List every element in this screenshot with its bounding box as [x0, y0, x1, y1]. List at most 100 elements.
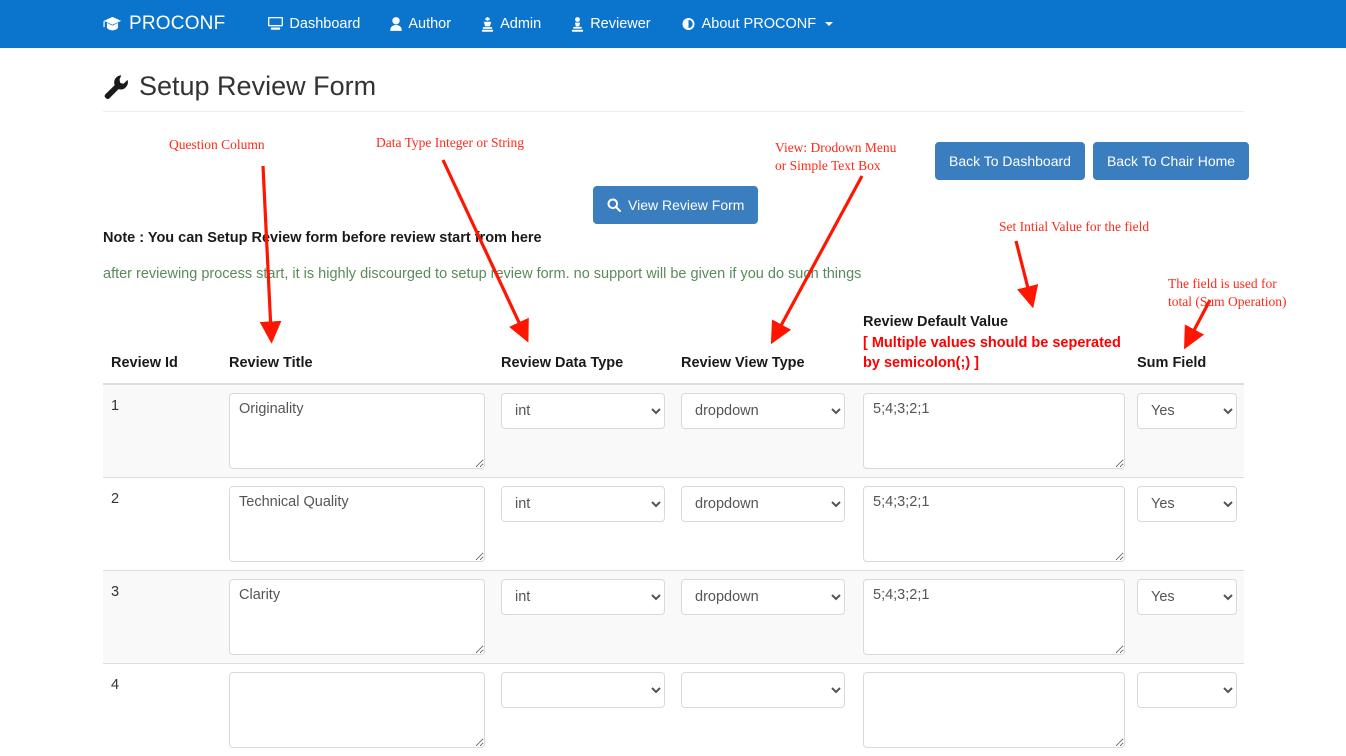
graduation-cap-icon	[103, 16, 122, 32]
th-review-view-type: Review View Type	[673, 304, 855, 385]
th-review-default-value: Review Default Value [ Multiple values s…	[855, 304, 1129, 385]
header-actions: Back To Dashboard Back To Chair Home	[935, 142, 1250, 181]
th-default-value-label: Review Default Value	[863, 314, 1009, 330]
review-title-input[interactable]	[229, 485, 485, 562]
review-form-table: Review Id Review Title Review Data Type …	[103, 304, 1244, 756]
review-view-type-select[interactable]: dropdowntextbox	[681, 392, 845, 429]
table-row: 1 intstring dropdowntextbox YesNo	[103, 383, 1244, 478]
note-green: after reviewing process start, it is hig…	[103, 266, 862, 282]
review-view-type-select[interactable]: dropdowntextbox	[681, 485, 845, 522]
th-review-title: Review Title	[221, 304, 493, 385]
table-header-row: Review Id Review Title Review Data Type …	[103, 304, 1244, 385]
table-row: 2 intstring dropdowntextbox YesNo	[103, 476, 1244, 571]
cell-review-view-type: dropdowntextbox	[673, 662, 855, 756]
nav-item-dashboard[interactable]: Dashboard	[253, 0, 375, 48]
cell-review-data-type: intstring	[493, 383, 673, 478]
review-title-input[interactable]	[229, 671, 485, 748]
th-review-data-type: Review Data Type	[493, 304, 673, 385]
eye-icon	[681, 17, 696, 31]
title-divider	[103, 111, 1244, 112]
annotation-data-type: Data Type Integer or String	[376, 135, 525, 150]
nav-item-author[interactable]: Author	[375, 0, 466, 48]
desktop-icon	[268, 17, 284, 31]
cell-review-title	[221, 476, 493, 571]
annotation-view-type: View: Drodown Menu or Simple Text Box	[775, 140, 897, 174]
brand-label: PROCONF	[129, 13, 226, 34]
th-sum-field: Sum Field	[1129, 304, 1244, 385]
review-data-type-select[interactable]: intstring	[501, 671, 665, 708]
chevron-down-icon	[825, 22, 834, 26]
table-row: 3 intstring dropdowntextbox YesNo	[103, 569, 1244, 664]
nav-item-admin[interactable]: Admin	[466, 0, 556, 48]
table-body: 1 intstring dropdowntextbox YesNo	[103, 383, 1244, 756]
cell-review-default-value	[855, 569, 1129, 664]
view-review-form-button[interactable]: View Review Form	[593, 186, 759, 225]
review-default-value-input[interactable]	[863, 485, 1125, 562]
nav-items: Dashboard Author Admin Reviewer About PR…	[253, 0, 848, 48]
th-default-value-hint: [ Multiple values should be seperated by…	[863, 334, 1121, 372]
cell-review-data-type: intstring	[493, 662, 673, 756]
review-view-type-select[interactable]: dropdowntextbox	[681, 671, 845, 708]
review-title-input[interactable]	[229, 578, 485, 655]
note-bold: Note : You can Setup Review form before …	[103, 230, 542, 246]
chess-pawn-icon	[571, 16, 584, 32]
nav-label: Admin	[500, 16, 542, 32]
cell-review-view-type: dropdowntextbox	[673, 476, 855, 571]
arrow-initial-value	[1014, 240, 1039, 309]
sum-field-select[interactable]: YesNo	[1137, 485, 1237, 522]
cell-sum-field: YesNo	[1129, 476, 1244, 571]
brand-logo[interactable]: PROCONF	[103, 13, 225, 35]
nav-label: About PROCONF	[701, 16, 817, 32]
nav-label: Reviewer	[590, 16, 651, 32]
review-title-input[interactable]	[229, 392, 485, 469]
annotation-initial-value: Set Intial Value for the field	[999, 219, 1150, 234]
user-icon	[390, 17, 403, 31]
review-data-type-select[interactable]: intstring	[501, 578, 665, 615]
cell-review-view-type: dropdowntextbox	[673, 383, 855, 478]
cell-review-title	[221, 383, 493, 478]
nav-item-about-proconf[interactable]: About PROCONF	[666, 0, 848, 48]
cell-review-id: 4	[103, 662, 221, 756]
sum-field-select[interactable]: YesNo	[1137, 671, 1237, 708]
wrench-icon	[103, 74, 129, 100]
cell-review-default-value	[855, 662, 1129, 756]
cell-review-id: 2	[103, 476, 221, 571]
cell-review-default-value	[855, 476, 1129, 571]
review-data-type-select[interactable]: intstring	[501, 392, 665, 429]
annotation-question-column: Question Column	[169, 137, 265, 152]
cell-review-title	[221, 569, 493, 664]
th-review-id: Review Id	[103, 304, 221, 385]
cell-review-title	[221, 662, 493, 756]
review-data-type-select[interactable]: intstring	[501, 485, 665, 522]
search-icon	[607, 198, 621, 213]
sum-field-select[interactable]: YesNo	[1137, 578, 1237, 615]
review-form-table-wrap: Review Id Review Title Review Data Type …	[103, 304, 1244, 756]
cell-sum-field: YesNo	[1129, 383, 1244, 478]
page-title: Setup Review Form	[103, 71, 1244, 102]
sum-field-select[interactable]: YesNo	[1137, 392, 1237, 429]
cell-sum-field: YesNo	[1129, 569, 1244, 664]
review-default-value-input[interactable]	[863, 578, 1125, 655]
cell-review-id: 3	[103, 569, 221, 664]
cell-review-id: 1	[103, 383, 221, 478]
main-container: Setup Review Form Back To Dashboard Back…	[103, 48, 1250, 756]
page-title-label: Setup Review Form	[139, 71, 377, 101]
cell-review-view-type: dropdowntextbox	[673, 569, 855, 664]
cell-review-data-type: intstring	[493, 569, 673, 664]
back-to-chair-home-button[interactable]: Back To Chair Home	[1092, 142, 1250, 181]
top-navbar: PROCONF Dashboard Author Admin Reviewer …	[0, 0, 1346, 48]
nav-item-reviewer[interactable]: Reviewer	[556, 0, 665, 48]
chess-king-icon	[481, 16, 494, 32]
nav-label: Dashboard	[289, 16, 361, 32]
table-head: Review Id Review Title Review Data Type …	[103, 304, 1244, 385]
review-default-value-input[interactable]	[863, 671, 1125, 748]
nav-label: Author	[408, 16, 452, 32]
back-to-dashboard-button[interactable]: Back To Dashboard	[935, 142, 1085, 181]
table-row: 4 intstring dropdowntextbox YesNo	[103, 662, 1244, 756]
review-view-type-select[interactable]: dropdowntextbox	[681, 578, 845, 615]
cell-review-default-value	[855, 383, 1129, 478]
cell-review-data-type: intstring	[493, 476, 673, 571]
cell-sum-field: YesNo	[1129, 662, 1244, 756]
review-default-value-input[interactable]	[863, 392, 1125, 469]
view-review-form-label: View Review Form	[628, 197, 745, 213]
